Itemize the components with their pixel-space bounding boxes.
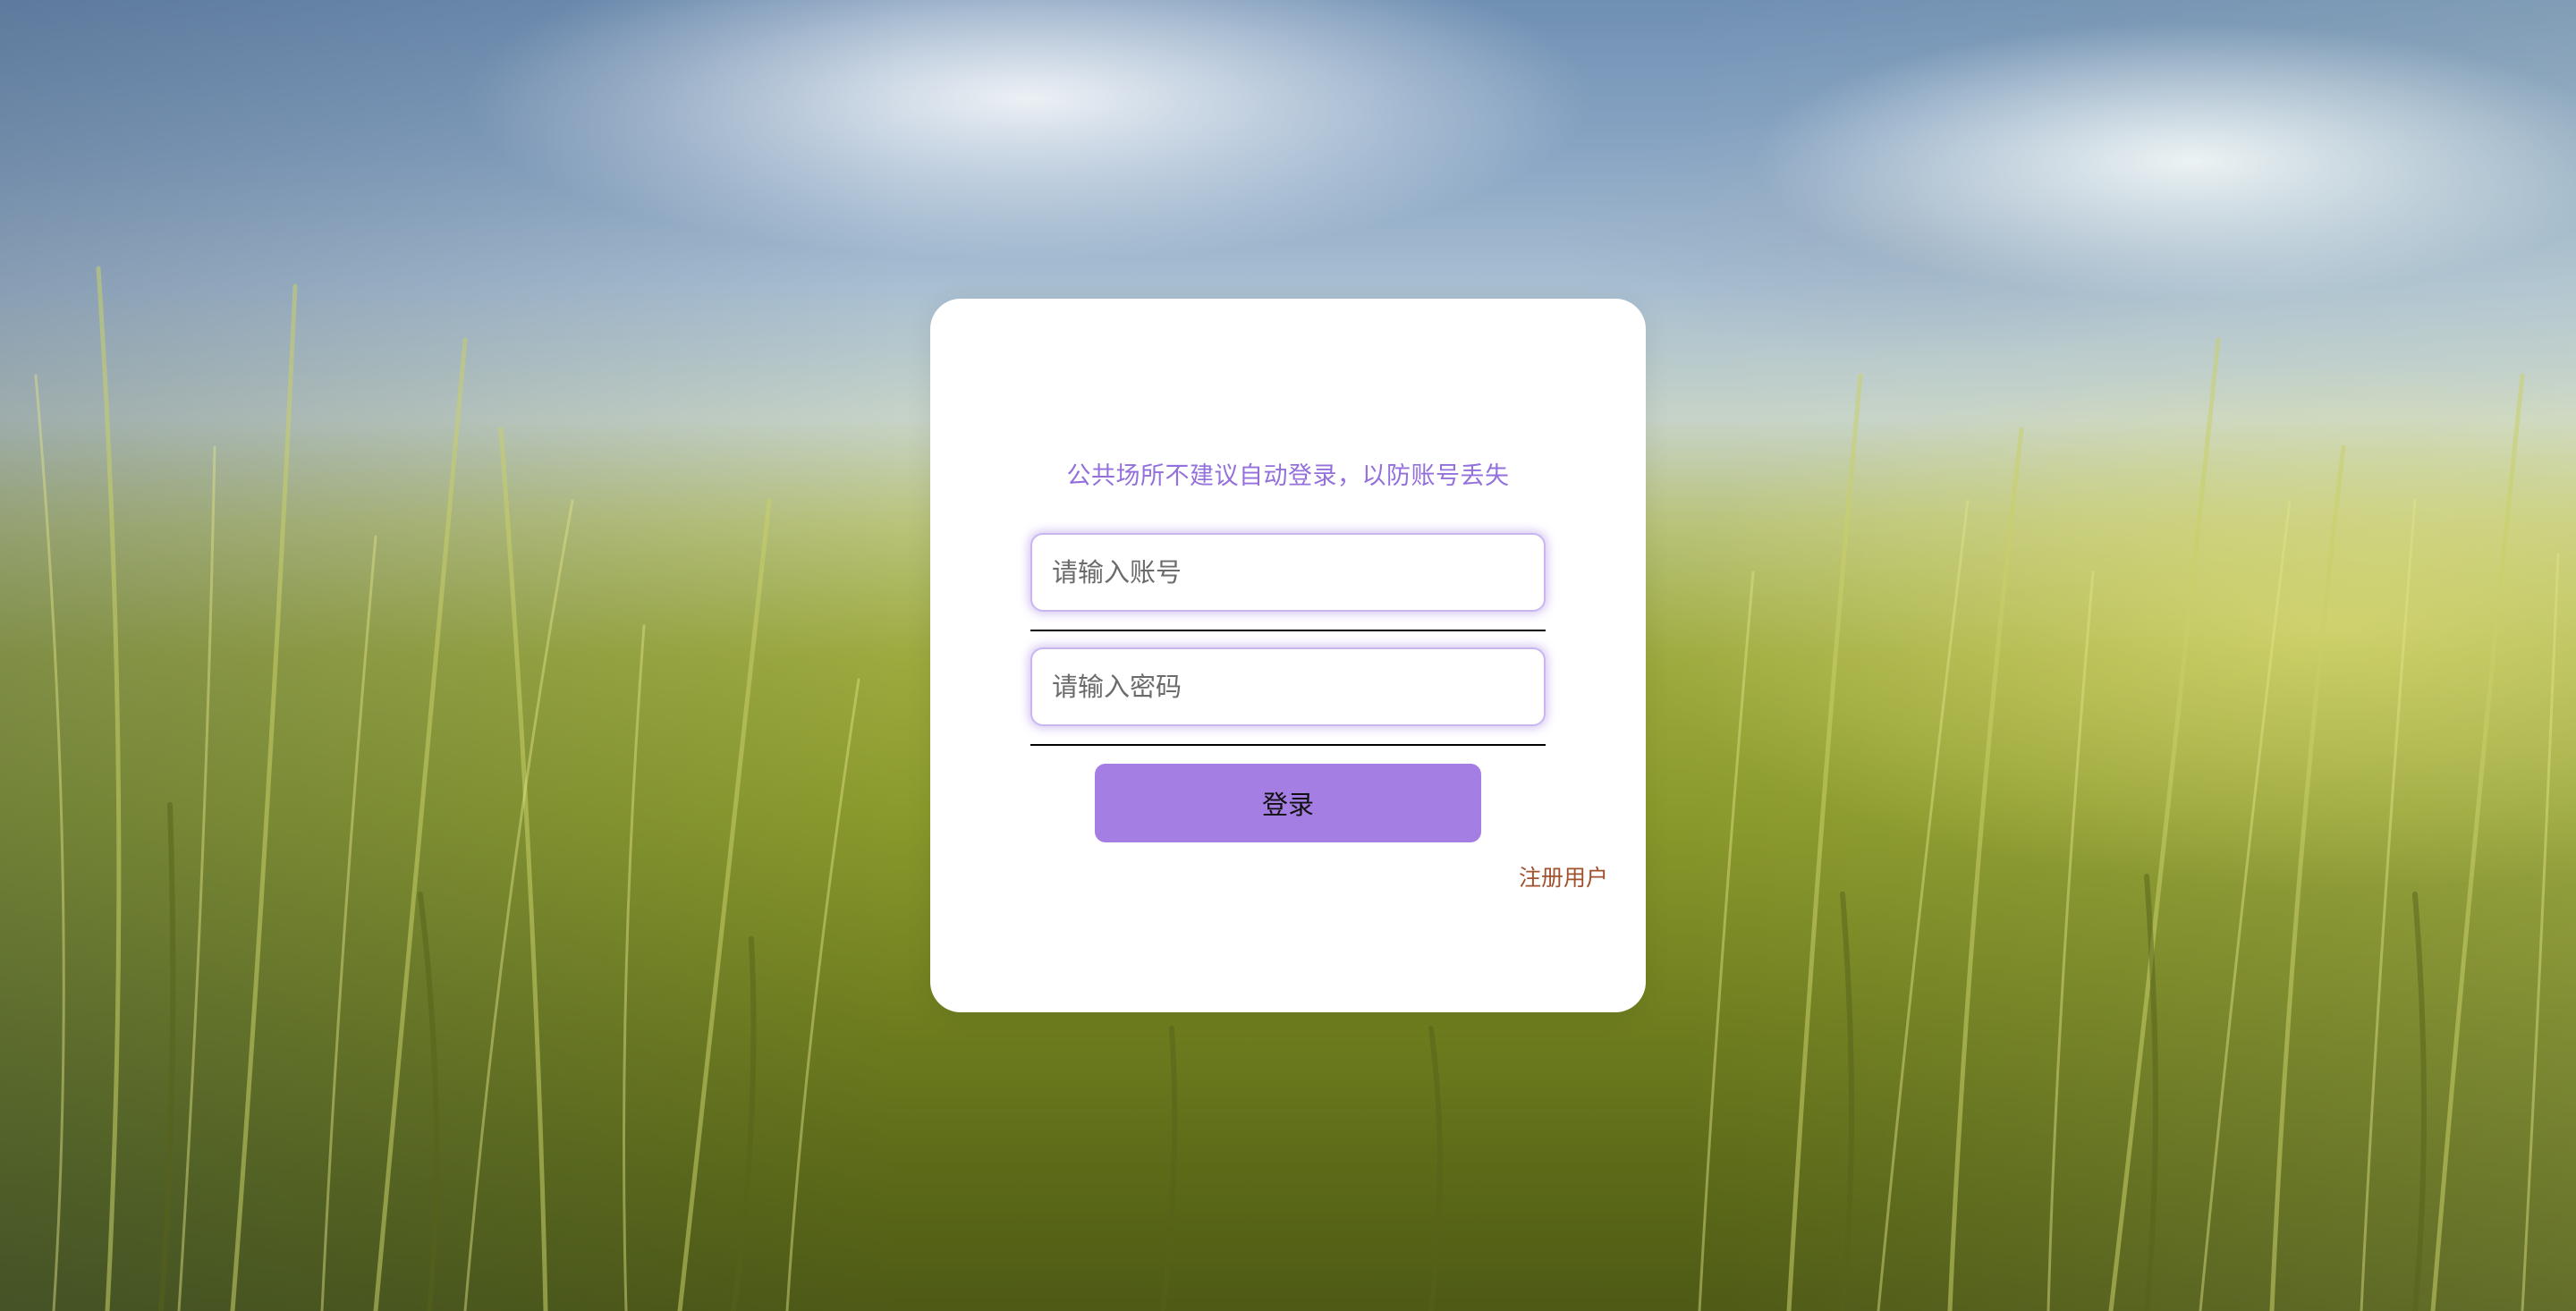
password-field-group	[1030, 647, 1546, 746]
login-card: 公共场所不建议自动登录，以防账号丢失 登录 注册用户	[930, 299, 1646, 1012]
register-user-link[interactable]: 注册用户	[1519, 860, 1608, 892]
username-input[interactable]	[1030, 533, 1546, 612]
password-divider	[1030, 744, 1546, 746]
password-input[interactable]	[1030, 647, 1546, 726]
login-page: 公共场所不建议自动登录，以防账号丢失 登录 注册用户	[0, 0, 2576, 1311]
login-button[interactable]: 登录	[1095, 764, 1481, 842]
username-divider	[1030, 630, 1546, 631]
username-field-group	[1030, 533, 1546, 631]
auto-login-notice: 公共场所不建议自动登录，以防账号丢失	[1066, 462, 1510, 490]
